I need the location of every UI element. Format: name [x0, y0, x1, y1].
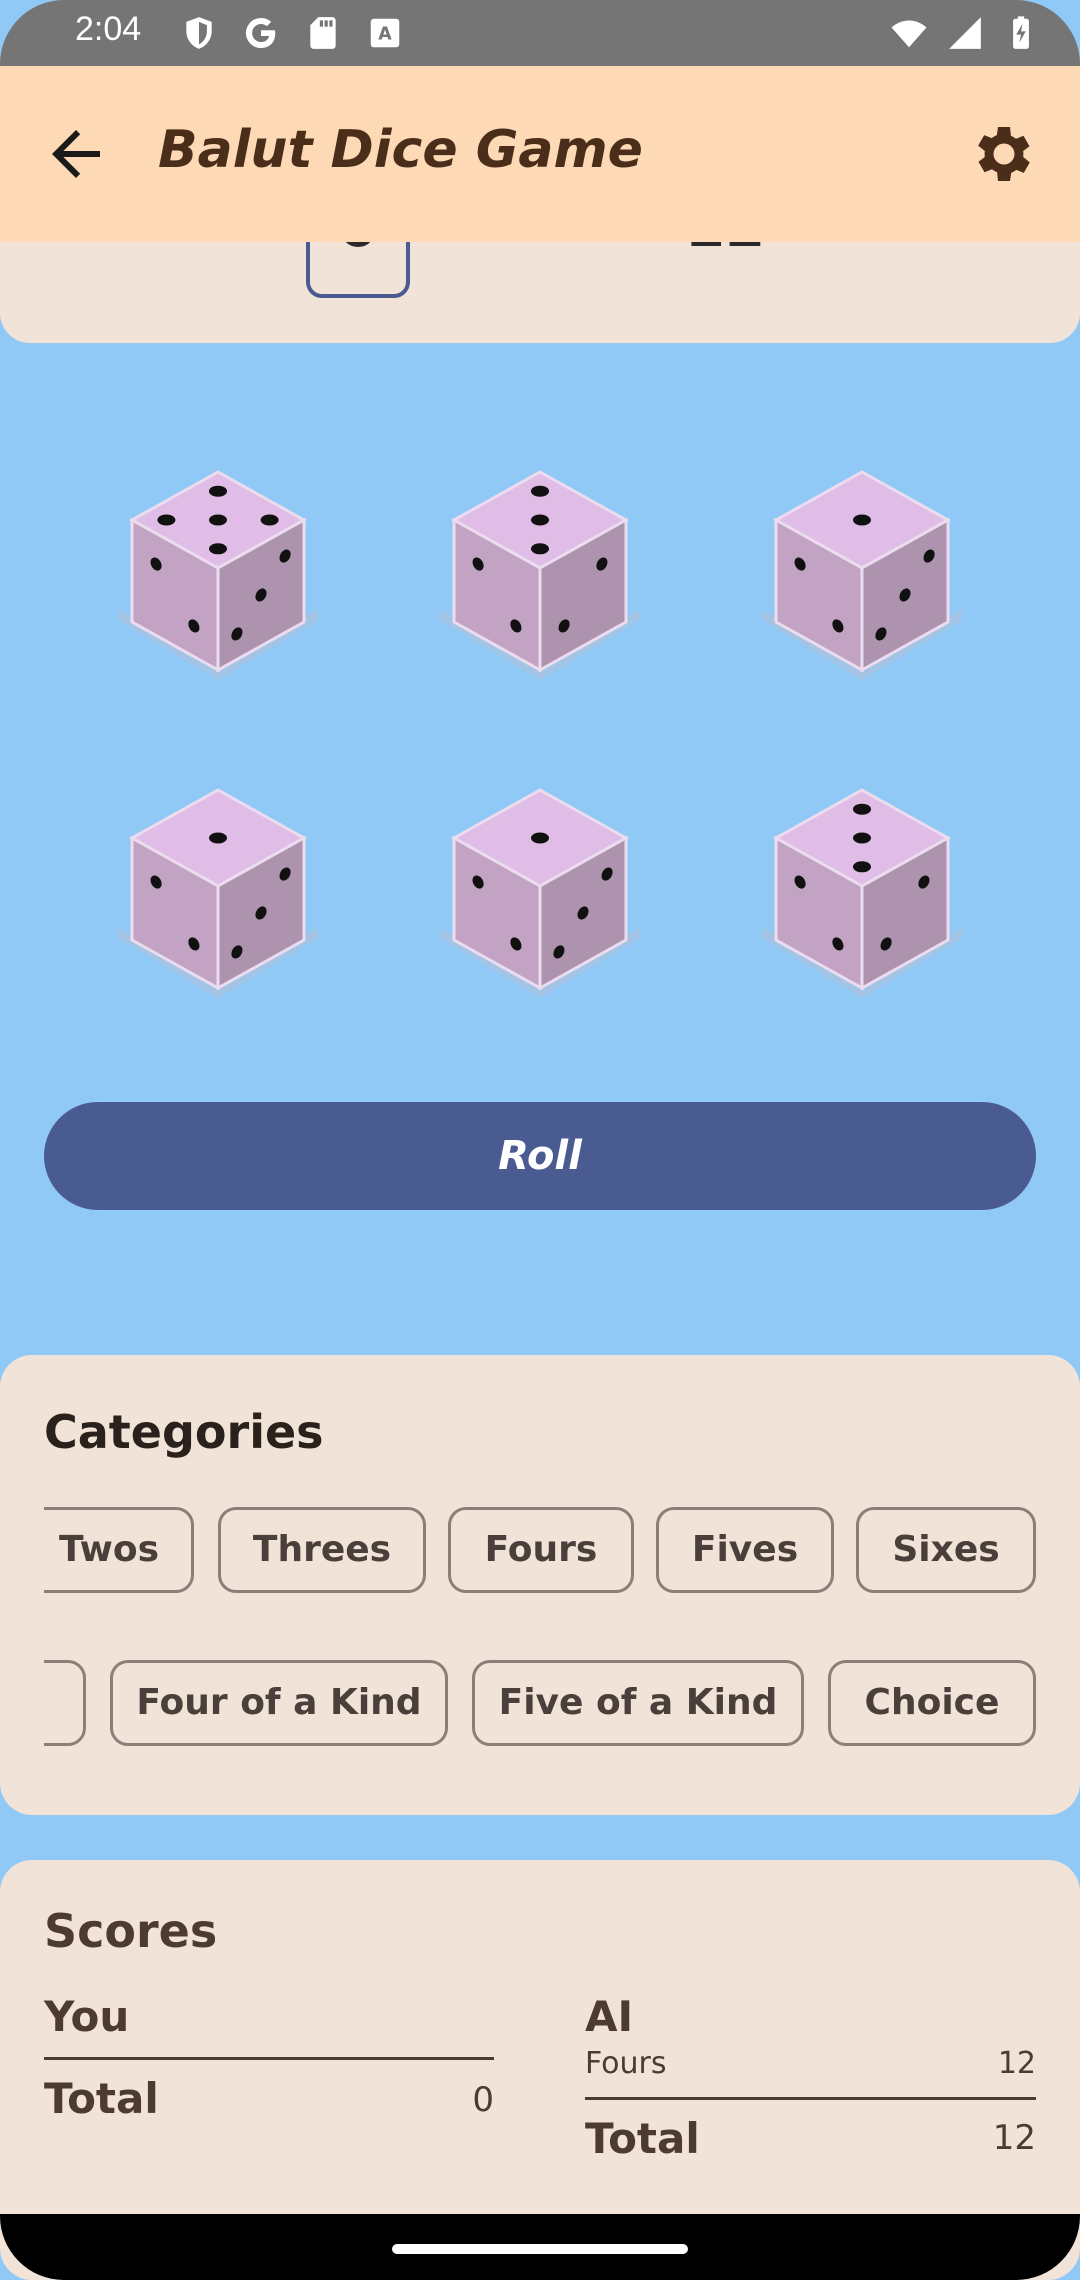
- die-pip: [209, 514, 227, 526]
- categories-row-2[interactable]: Four of a Kind Five of a Kind Choice: [44, 1660, 1036, 1748]
- die-6-graphic: [762, 788, 962, 998]
- die-4-graphic: [118, 788, 318, 998]
- shield-icon: [186, 17, 212, 49]
- die-pip: [531, 832, 549, 844]
- status-icons-left: A: [180, 14, 404, 52]
- home-gesture-handle[interactable]: [392, 2244, 688, 2254]
- category-sixes[interactable]: Sixes: [856, 1507, 1036, 1593]
- die-pip: [531, 543, 549, 555]
- settings-button[interactable]: [968, 118, 1040, 190]
- category-choice[interactable]: Choice: [828, 1660, 1036, 1746]
- back-button[interactable]: [40, 118, 112, 190]
- wifi-icon: [891, 20, 927, 48]
- category-fives[interactable]: Fives: [656, 1507, 834, 1593]
- ai-row-fours-value: 12: [997, 2046, 1036, 2081]
- you-divider: [44, 2057, 494, 2060]
- die-pip: [853, 514, 871, 526]
- category-five-of-a-kind[interactable]: Five of a Kind: [472, 1660, 804, 1746]
- die-pip: [853, 861, 871, 873]
- ai-total-label: Total: [585, 2114, 700, 2163]
- categories-title: Categories: [44, 1405, 324, 1459]
- you-total-value: 0: [472, 2080, 494, 2120]
- die-2[interactable]: [440, 460, 640, 680]
- google-icon: [245, 17, 276, 49]
- categories-row-1[interactable]: Twos Threes Fours Fives Sixes: [44, 1507, 1036, 1595]
- you-total-label: Total: [44, 2074, 159, 2123]
- category-four-of-a-kind[interactable]: Four of a Kind: [110, 1660, 448, 1746]
- die-3[interactable]: [762, 460, 962, 680]
- status-icons-right: [890, 14, 1040, 52]
- die-pip: [157, 514, 176, 526]
- category-twos[interactable]: Twos: [44, 1507, 194, 1593]
- die-pip: [209, 832, 227, 844]
- die-pip: [209, 543, 227, 555]
- svg-text:A: A: [378, 24, 392, 44]
- ai-row-fours-label: Fours: [585, 2046, 667, 2081]
- die-5[interactable]: [440, 778, 640, 998]
- app-title: Balut Dice Game: [158, 120, 643, 180]
- category-hidden-chip[interactable]: [44, 1660, 86, 1746]
- scores-title: Scores: [44, 1904, 218, 1958]
- die-pip: [260, 514, 279, 526]
- ai-divider: [585, 2097, 1036, 2100]
- die-6[interactable]: [762, 778, 962, 998]
- signal-icon: [949, 17, 981, 49]
- ai-total-value: 12: [992, 2118, 1036, 2158]
- die-pip: [209, 485, 227, 497]
- category-threes[interactable]: Threes: [218, 1507, 426, 1593]
- you-column-title: You: [44, 1992, 130, 2041]
- categories-panel: Categories Twos Threes Fours Fives Sixes…: [0, 1355, 1080, 1815]
- die-1[interactable]: [118, 460, 318, 680]
- die-pip: [853, 803, 871, 815]
- sd-card-icon: [310, 17, 336, 49]
- status-time: 2:04: [75, 10, 142, 48]
- die-pip: [531, 514, 549, 526]
- app-bar: Balut Dice Game: [0, 66, 1080, 242]
- die-pip: [531, 485, 549, 497]
- status-bar: 2:04 A: [0, 0, 1080, 66]
- gear-icon: [978, 127, 1030, 181]
- die-5-graphic: [440, 788, 640, 998]
- keyboard-icon: A: [370, 18, 400, 48]
- die-pip: [853, 832, 871, 844]
- dice-grid: [0, 460, 1080, 1020]
- die-1-graphic: [118, 470, 318, 680]
- die-2-graphic: [440, 470, 640, 680]
- arrow-back-icon: [52, 130, 100, 178]
- battery-charging-icon: [1013, 16, 1029, 49]
- die-4[interactable]: [118, 778, 318, 998]
- navigation-bar: [0, 2214, 1080, 2280]
- category-fours[interactable]: Fours: [448, 1507, 634, 1593]
- die-3-graphic: [762, 470, 962, 680]
- roll-button[interactable]: Roll: [44, 1102, 1036, 1210]
- ai-column-title: AI: [585, 1992, 634, 2041]
